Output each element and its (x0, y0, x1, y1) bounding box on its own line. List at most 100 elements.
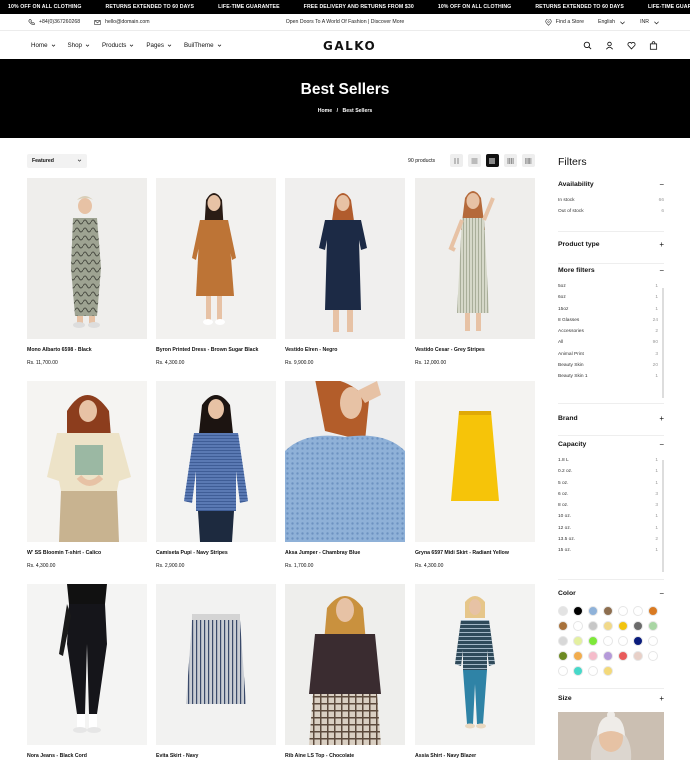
product-card[interactable]: Assia Shirt - Navy Blazer (415, 584, 535, 760)
product-name[interactable]: Vestido Cesar - Grey Stripes (415, 347, 535, 353)
more-filters-scrollbar[interactable] (662, 288, 664, 398)
color-swatch[interactable] (573, 651, 583, 661)
filter-option[interactable]: 10 oz. 1 (558, 514, 658, 519)
product-name[interactable]: Aksa Jumper - Chambray Blue (285, 550, 405, 556)
filter-option[interactable]: 5 oz. 1 (558, 481, 658, 486)
product-card[interactable]: Nora Jeans - Black Cord (27, 584, 147, 760)
product-name[interactable]: Rib Aine LS Top - Chocolate (285, 753, 405, 759)
color-swatch[interactable] (558, 666, 568, 676)
color-swatch[interactable] (603, 666, 613, 676)
color-swatch[interactable] (633, 621, 643, 631)
filter-option[interactable]: In stock 66 (558, 198, 664, 203)
product-name[interactable]: Evita Skirt - Navy (156, 753, 276, 759)
filter-option[interactable]: 8 Glasses 24 (558, 318, 658, 323)
product-image[interactable] (415, 381, 535, 542)
product-image[interactable] (156, 178, 276, 339)
cart-bag-icon[interactable] (649, 40, 658, 50)
color-swatch[interactable] (558, 651, 568, 661)
color-swatch[interactable] (618, 636, 628, 646)
filter-brand-header[interactable]: Brand + (558, 414, 664, 423)
color-swatch[interactable] (648, 621, 658, 631)
view-4-columns-button[interactable] (486, 154, 499, 167)
color-swatch[interactable] (618, 621, 628, 631)
filter-option[interactable]: 6oz 1 (558, 295, 658, 300)
filter-option[interactable]: Out of stock 6 (558, 209, 664, 214)
sort-select[interactable]: Featured (27, 154, 87, 168)
filter-option[interactable]: 1.8 L 1 (558, 458, 658, 463)
filter-capacity-header[interactable]: Capacity − (558, 440, 664, 449)
product-image[interactable] (285, 178, 405, 339)
capacity-scrollbar[interactable] (662, 460, 664, 572)
filter-size-header[interactable]: Size + (558, 694, 664, 703)
filter-option[interactable]: 0.2 oz. 1 (558, 469, 658, 474)
view-6-columns-button[interactable] (522, 154, 535, 167)
color-swatch[interactable] (558, 636, 568, 646)
product-name[interactable]: Camiseta Pupi - Navy Stripes (156, 550, 276, 556)
filter-option[interactable]: 13.5 oz. 2 (558, 537, 658, 542)
search-icon[interactable] (583, 41, 592, 50)
color-swatch[interactable] (573, 606, 583, 616)
color-swatch[interactable] (633, 636, 643, 646)
filter-option[interactable]: 12 oz. 1 (558, 526, 658, 531)
color-swatch[interactable] (558, 621, 568, 631)
product-name[interactable]: Mono Albarto 6598 - Black (27, 347, 147, 353)
breadcrumb-home[interactable]: Home (318, 108, 332, 114)
color-swatch[interactable] (648, 636, 658, 646)
product-name[interactable]: Byron Printed Dress - Brown Sugar Black (156, 347, 276, 353)
product-card[interactable]: Vestido Elren - Negro Rs. 9,900.00 (285, 178, 405, 366)
nav-item-shop[interactable]: Shop (68, 42, 90, 49)
color-swatch[interactable] (603, 606, 613, 616)
color-swatch[interactable] (648, 651, 658, 661)
product-image[interactable] (285, 381, 405, 542)
color-swatch[interactable] (603, 651, 613, 661)
view-5-columns-button[interactable] (504, 154, 517, 167)
promo-banner-image[interactable] (558, 712, 664, 760)
color-swatch[interactable] (603, 636, 613, 646)
filter-option[interactable]: Accessories 2 (558, 329, 658, 334)
product-image[interactable] (27, 381, 147, 542)
view-2-columns-button[interactable] (450, 154, 463, 167)
filter-option[interactable]: 15 oz. 1 (558, 548, 658, 553)
product-name[interactable]: Gryna 6597 Midi Skirt - Radiant Yellow (415, 550, 535, 556)
color-swatch[interactable] (618, 651, 628, 661)
color-swatch[interactable] (573, 636, 583, 646)
nav-item-products[interactable]: Products (102, 42, 134, 49)
product-image[interactable] (27, 584, 147, 745)
color-swatch[interactable] (633, 651, 643, 661)
product-card[interactable]: Mono Albarto 6598 - Black Rs. 11,700.00 (27, 178, 147, 366)
color-swatch[interactable] (603, 621, 613, 631)
product-image[interactable] (27, 178, 147, 339)
filter-option[interactable]: Beauty Skin 20 (558, 363, 658, 368)
product-name[interactable]: Vestido Elren - Negro (285, 347, 405, 353)
color-swatch[interactable] (588, 621, 598, 631)
filter-option[interactable]: 5oz 1 (558, 284, 658, 289)
nav-item-home[interactable]: Home (31, 42, 56, 49)
product-image[interactable] (156, 584, 276, 745)
color-swatch[interactable] (588, 636, 598, 646)
product-card[interactable]: Gryna 6597 Midi Skirt - Radiant Yellow Rs… (415, 381, 535, 569)
color-swatch[interactable] (648, 606, 658, 616)
product-image[interactable] (156, 381, 276, 542)
color-swatch[interactable] (573, 666, 583, 676)
product-name[interactable]: W' SS Bloomin T-shirt - Calico (27, 550, 147, 556)
filter-color-header[interactable]: Color − (558, 589, 664, 598)
nav-item-builtheme[interactable]: BuilTheme (184, 42, 222, 49)
account-icon[interactable] (605, 41, 614, 50)
filter-more-filters-header[interactable]: More filters − (558, 266, 664, 275)
product-card[interactable]: Rib Aine LS Top - Chocolate (285, 584, 405, 760)
wishlist-heart-icon[interactable] (627, 41, 636, 50)
product-image[interactable] (415, 584, 535, 745)
currency-selector[interactable]: INR (640, 19, 660, 26)
filter-option[interactable]: 15oz 1 (558, 307, 658, 312)
filter-option[interactable]: 6 oz. 3 (558, 492, 658, 497)
product-name[interactable]: Assia Shirt - Navy Blazer (415, 753, 535, 759)
product-image[interactable] (285, 584, 405, 745)
color-swatch[interactable] (588, 666, 598, 676)
color-swatch[interactable] (588, 651, 598, 661)
find-store-link[interactable]: Find a Store (545, 18, 584, 26)
product-card[interactable]: Evita Skirt - Navy (156, 584, 276, 760)
color-swatch[interactable] (633, 606, 643, 616)
color-swatch[interactable] (573, 621, 583, 631)
product-card[interactable]: W' SS Bloomin T-shirt - Calico Rs. 4,300.… (27, 381, 147, 569)
filter-availability-header[interactable]: Availability − (558, 180, 664, 189)
